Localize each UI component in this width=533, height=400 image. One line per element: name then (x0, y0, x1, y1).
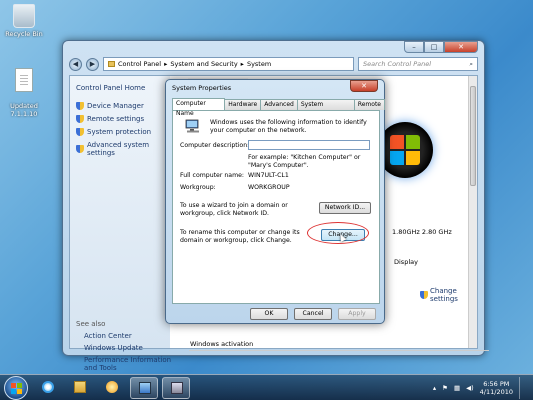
desktop-icon-updated[interactable]: Updated 7.1.1.10 (2, 60, 46, 126)
windows-activation-heading: Windows activation (190, 340, 254, 348)
address-row: ◀ ▶ Control Panel ▸ System and Security … (69, 56, 478, 72)
taskbar-media-player[interactable] (98, 377, 126, 399)
back-button[interactable]: ◀ (69, 57, 82, 71)
scrollbar-thumb[interactable] (470, 86, 476, 186)
show-hidden-icons-icon[interactable]: ▴ (433, 384, 436, 392)
workgroup-label: Workgroup: (180, 184, 216, 191)
search-placeholder: Search Control Panel (363, 60, 432, 68)
search-input[interactable]: Search Control Panel ⌕ (358, 57, 478, 71)
divider (189, 350, 489, 351)
flag-icon[interactable]: ⚑ (442, 384, 448, 392)
tab-remote[interactable]: Remote (353, 99, 385, 110)
see-also-heading: See also (76, 320, 106, 328)
shield-icon (76, 102, 84, 110)
network-id-button[interactable]: Network ID... (319, 202, 371, 214)
breadcrumb-control-panel[interactable]: Control Panel (118, 60, 161, 68)
chevron-right-icon: ▸ (164, 60, 168, 68)
recycle-bin-icon (13, 4, 35, 28)
minimize-button[interactable]: – (404, 41, 424, 53)
processor-speed: 1.80GHz 2.80 GHz (392, 228, 452, 236)
folder-icon (74, 381, 86, 393)
shield-icon (76, 145, 84, 153)
chevron-right-icon: ▸ (240, 60, 244, 68)
control-panel-home-link[interactable]: Control Panel Home (76, 84, 164, 92)
start-button[interactable] (4, 376, 28, 400)
full-name-label: Full computer name: (180, 172, 244, 179)
full-name-value: WIN7ULT-CL1 (248, 172, 289, 179)
link-label: Advanced system settings (87, 141, 150, 157)
shield-icon (76, 128, 84, 136)
example-text: For example: "Kitchen Computer" or "Mary… (248, 154, 361, 169)
media-player-icon (106, 381, 118, 393)
intro-text: Windows uses the following information t… (210, 119, 367, 134)
tab-hardware[interactable]: Hardware (224, 99, 262, 110)
clock-date: 4/11/2010 (479, 388, 513, 396)
shield-icon (76, 115, 84, 123)
desktop-icon-label: Recycle Bin (5, 30, 43, 38)
system-protection-link[interactable]: System protection (76, 128, 164, 136)
show-desktop-button[interactable] (519, 377, 527, 399)
system-properties-dialog: System Properties ✕ Computer Name Hardwa… (165, 79, 385, 324)
folder-icon (108, 61, 115, 67)
forward-button[interactable]: ▶ (86, 57, 99, 71)
volume-icon[interactable]: ◀) (466, 384, 474, 392)
desktop-icon-label: Updated 7.1.1.10 (10, 102, 38, 118)
window-controls: – □ ✕ (404, 41, 478, 53)
taskbar-internet-explorer[interactable] (34, 377, 62, 399)
advanced-system-settings-link[interactable]: Advanced system settings (76, 141, 164, 157)
computer-icon (185, 119, 199, 133)
taskbar: ▴ ⚑ ▦ ◀) 6:56 PM 4/11/2010 (0, 374, 533, 400)
tab-computer-name[interactable]: Computer Name (172, 98, 226, 117)
dialog-tabs: Computer Name Hardware Advanced System P… (172, 98, 385, 118)
internet-explorer-icon (42, 381, 54, 393)
scrollbar[interactable] (468, 76, 477, 348)
dialog-close-button[interactable]: ✕ (350, 80, 378, 92)
display-text: Display (394, 258, 418, 266)
windows-update-link[interactable]: Windows Update (84, 344, 143, 352)
maximize-button[interactable]: □ (424, 41, 444, 53)
address-bar[interactable]: Control Panel ▸ System and Security ▸ Sy… (103, 57, 354, 71)
wizard-text: To use a wizard to join a domain or work… (180, 202, 288, 217)
dialog-title: System Properties (172, 84, 232, 92)
cancel-button[interactable]: Cancel (294, 308, 332, 320)
link-label: Device Manager (87, 102, 144, 110)
document-icon (15, 68, 33, 92)
taskbar-system-properties[interactable] (162, 377, 190, 399)
tab-advanced[interactable]: Advanced (260, 99, 298, 110)
device-manager-link[interactable]: Device Manager (76, 102, 164, 110)
clock[interactable]: 6:56 PM 4/11/2010 (480, 380, 513, 396)
taskbar-control-panel[interactable] (130, 377, 158, 399)
apply-button[interactable]: Apply (338, 308, 376, 320)
close-button[interactable]: ✕ (444, 41, 478, 53)
computer-description-input[interactable] (248, 140, 370, 150)
highlight-annotation (307, 222, 369, 244)
link-label: System protection (87, 128, 152, 136)
description-label: Computer description: (180, 142, 250, 149)
control-panel-icon (139, 382, 151, 394)
network-icon[interactable]: ▦ (454, 384, 460, 392)
workgroup-value: WORKGROUP (248, 184, 290, 191)
clock-time: 6:56 PM (483, 380, 510, 388)
computer-name-panel: Windows uses the following information t… (172, 110, 380, 304)
windows-logo-icon (377, 122, 433, 178)
taskbar-explorer[interactable] (66, 377, 94, 399)
remote-settings-link[interactable]: Remote settings (76, 115, 164, 123)
system-properties-icon (171, 382, 183, 394)
desktop-icon-recycle-bin[interactable]: Recycle Bin (2, 4, 46, 38)
system-tray: ▴ ⚑ ▦ ◀) 6:56 PM 4/11/2010 (433, 377, 527, 399)
rename-text: To rename this computer or change its do… (180, 229, 300, 244)
shield-icon (420, 291, 428, 299)
breadcrumb-system-security[interactable]: System and Security (170, 60, 237, 68)
link-label: Remote settings (87, 115, 145, 123)
search-icon: ⌕ (469, 59, 473, 68)
breadcrumb-system[interactable]: System (247, 60, 271, 68)
left-pane: Control Panel Home Device Manager Remote… (70, 76, 171, 372)
tab-system-protection[interactable]: System Protection (296, 99, 355, 118)
ok-button[interactable]: OK (250, 308, 288, 320)
action-center-link[interactable]: Action Center (84, 332, 132, 340)
performance-info-link[interactable]: Performance Information and Tools (84, 356, 174, 372)
